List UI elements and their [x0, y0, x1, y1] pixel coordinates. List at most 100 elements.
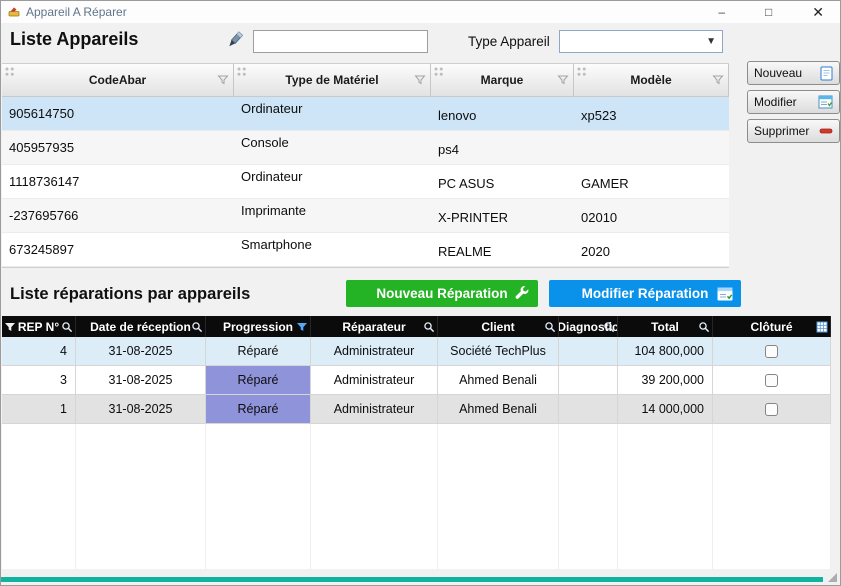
appareils-column-header[interactable]: Type de Matériel — [234, 64, 431, 96]
cell-modele: 2020 — [574, 233, 729, 266]
filter-icon[interactable] — [414, 74, 426, 86]
appareils-column-header[interactable]: Marque — [431, 64, 574, 96]
cell-client: Société TechPlus — [438, 337, 559, 366]
cell-rep: 4 — [2, 337, 76, 366]
appareil-row[interactable]: 673245897SmartphoneREALME2020 — [2, 233, 729, 267]
reparations-column-header[interactable]: Client — [438, 316, 559, 337]
barcode-scan-icon[interactable] — [222, 29, 246, 53]
search-icon[interactable] — [423, 321, 435, 333]
appareil-row[interactable]: 905614750Ordinateurlenovoxp523 — [2, 97, 729, 131]
cloture-checkbox[interactable] — [765, 374, 778, 387]
reparations-column-header[interactable]: Date de réception — [76, 316, 206, 337]
column-label: Réparateur — [342, 320, 405, 334]
filter-icon[interactable] — [712, 74, 724, 86]
close-button[interactable]: ✕ — [812, 5, 824, 19]
appareils-heading: Liste Appareils — [10, 29, 138, 50]
reparations-column-header[interactable]: Clôturé — [713, 316, 831, 337]
appareils-column-header[interactable]: CodeAbar — [2, 64, 234, 96]
search-input[interactable] — [253, 30, 428, 53]
empty-cell — [76, 482, 206, 511]
search-icon[interactable] — [544, 321, 556, 333]
type-appareil-select[interactable]: ▼ — [559, 30, 723, 53]
supprimer-button[interactable]: Supprimer — [747, 119, 840, 143]
empty-cell — [206, 453, 311, 482]
cell-modele — [574, 131, 729, 164]
reparation-row[interactable]: 331-08-2025RéparéAdministrateurAhmed Ben… — [2, 366, 831, 395]
cell-type: Ordinateur — [234, 165, 431, 198]
nouveau-reparation-button[interactable]: Nouveau Réparation — [346, 280, 538, 307]
drag-handle-icon — [433, 66, 445, 78]
cell-total: 104 800,000 — [618, 337, 713, 366]
edit-form-icon — [818, 95, 833, 109]
cloture-checkbox[interactable] — [765, 403, 778, 416]
empty-cell — [438, 482, 559, 511]
button-label: Modifier — [754, 95, 818, 109]
column-chooser-icon[interactable] — [816, 321, 828, 333]
reparations-table: REP N°Date de réceptionProgression Répara… — [2, 316, 831, 569]
reparation-row[interactable]: 431-08-2025RéparéAdministrateurSociété T… — [2, 337, 831, 366]
cell-modele: xp523 — [574, 97, 729, 130]
appareil-row[interactable]: 1118736147OrdinateurPC ASUSGAMER — [2, 165, 729, 199]
reparations-header: REP N°Date de réceptionProgression Répara… — [2, 316, 831, 337]
cell-modele: 02010 — [574, 199, 729, 232]
empty-cell — [76, 511, 206, 540]
column-label: CodeAbar — [89, 73, 146, 87]
cell-total: 14 000,000 — [618, 395, 713, 424]
empty-cell — [206, 540, 311, 569]
search-icon[interactable] — [61, 321, 73, 333]
cell-type: Smartphone — [234, 233, 431, 266]
appareils-header: CodeAbar Type de MatérielMarqueModèle — [2, 64, 729, 97]
nouveau-button[interactable]: Nouveau — [747, 61, 840, 85]
modifier-reparation-button[interactable]: Modifier Réparation — [549, 280, 741, 307]
cell-total: 39 200,000 — [618, 366, 713, 395]
reparations-column-header[interactable]: Diagnostic — [559, 316, 618, 337]
search-icon[interactable] — [603, 321, 615, 333]
minimize-button[interactable]: – — [718, 6, 725, 18]
appareils-column-header[interactable]: Modèle — [574, 64, 729, 96]
appareil-row[interactable]: 405957935Consoleps4 — [2, 131, 729, 165]
horizontal-scrollbar[interactable] — [1, 577, 823, 582]
empty-cell — [559, 453, 618, 482]
filter-icon[interactable] — [296, 321, 308, 333]
reparation-row[interactable]: 131-08-2025RéparéAdministrateurAhmed Ben… — [2, 395, 831, 424]
empty-cell — [311, 511, 438, 540]
drag-handle-icon — [4, 66, 16, 78]
cell-diagnostic — [559, 337, 618, 366]
search-icon[interactable] — [191, 321, 203, 333]
empty-row — [2, 540, 831, 569]
reparations-column-header[interactable]: Progression — [206, 316, 311, 337]
cloture-checkbox[interactable] — [765, 345, 778, 358]
empty-cell — [713, 511, 831, 540]
column-label: Total — [651, 320, 679, 334]
filter-icon[interactable] — [557, 74, 569, 86]
app-window: Appareil A Réparer – □ ✕ Liste Appareils… — [0, 0, 841, 586]
cell-reparateur: Administrateur — [311, 337, 438, 366]
empty-cell — [76, 453, 206, 482]
empty-cell — [2, 424, 76, 453]
reparations-column-header[interactable]: REP N° — [2, 316, 76, 337]
drag-handle-icon — [576, 66, 588, 78]
reparations-column-header[interactable]: Total — [618, 316, 713, 337]
resize-grip[interactable] — [828, 573, 837, 582]
cell-progression: Réparé — [206, 366, 311, 395]
filter-icon[interactable] — [217, 74, 229, 86]
empty-cell — [618, 424, 713, 453]
filter-icon[interactable] — [4, 321, 16, 333]
empty-cell — [311, 540, 438, 569]
empty-cell — [559, 511, 618, 540]
cell-progression: Réparé — [206, 337, 311, 366]
maximize-button[interactable]: □ — [765, 6, 772, 18]
cell-marque: ps4 — [431, 131, 574, 164]
window-controls: – □ ✕ — [718, 5, 834, 19]
appareil-row[interactable]: -237695766ImprimanteX-PRINTER02010 — [2, 199, 729, 233]
empty-row — [2, 424, 831, 453]
edit-form-icon — [717, 286, 733, 301]
reparations-column-header[interactable]: Réparateur — [311, 316, 438, 337]
cell-date: 31-08-2025 — [76, 395, 206, 424]
modifier-button[interactable]: Modifier — [747, 90, 840, 114]
appareils-table: CodeAbar Type de MatérielMarqueModèle 905… — [2, 63, 729, 268]
search-icon[interactable] — [698, 321, 710, 333]
cell-diagnostic — [559, 395, 618, 424]
empty-cell — [2, 453, 76, 482]
empty-cell — [311, 424, 438, 453]
